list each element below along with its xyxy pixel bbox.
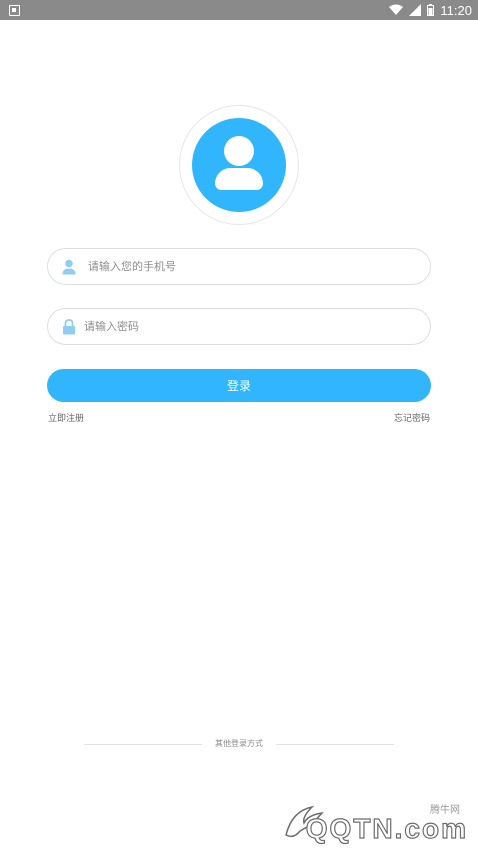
status-bar-right: 11:20 bbox=[389, 0, 472, 20]
avatar-head bbox=[224, 136, 254, 166]
login-button[interactable]: 登录 bbox=[47, 369, 431, 402]
cellular-signal-icon bbox=[409, 4, 422, 16]
notification-icon bbox=[9, 5, 20, 16]
watermark: 腾牛网 QQTN.com bbox=[282, 799, 472, 847]
watermark-brand: QQTN.com bbox=[305, 812, 468, 844]
phone-input[interactable] bbox=[88, 249, 418, 284]
battery-icon bbox=[427, 4, 435, 16]
wifi-icon bbox=[389, 4, 404, 15]
status-time: 11:20 bbox=[440, 2, 472, 18]
lock-icon bbox=[63, 319, 75, 335]
divider-right bbox=[276, 744, 394, 745]
divider-left bbox=[84, 744, 202, 745]
forgot-password-link[interactable]: 忘记密码 bbox=[394, 411, 430, 424]
register-link[interactable]: 立即注册 bbox=[48, 411, 84, 424]
password-input[interactable] bbox=[84, 309, 414, 344]
user-icon bbox=[62, 259, 76, 275]
phone-field[interactable] bbox=[47, 248, 431, 285]
avatar bbox=[192, 118, 286, 212]
password-field[interactable] bbox=[47, 308, 431, 345]
avatar-body bbox=[215, 168, 263, 190]
status-bar: 11:20 bbox=[0, 0, 478, 20]
other-login-label: 其他登录方式 bbox=[215, 739, 263, 748]
